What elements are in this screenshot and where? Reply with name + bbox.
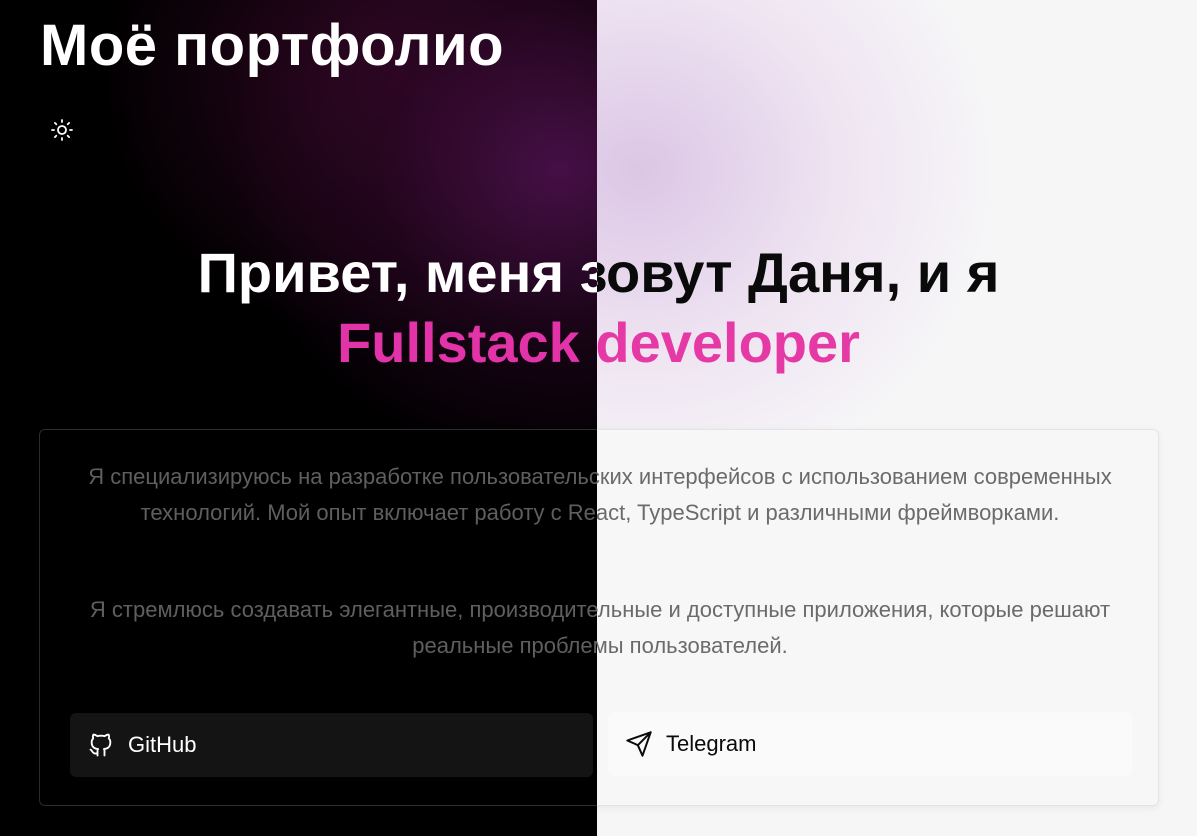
hero-role: Fullstack developer <box>337 311 597 374</box>
hero-role: Fullstack developer <box>597 311 860 374</box>
about-card: Я специализируюсь на разработке пользова… <box>39 429 597 806</box>
telegram-button[interactable]: Telegram <box>608 712 1132 776</box>
hero-heading: Привет, меня зовут Даня, и я Fullstack d… <box>597 238 1197 378</box>
theme-toggle-button[interactable] <box>48 116 76 144</box>
github-icon <box>86 730 116 760</box>
light-theme-half: Моё портфолио Привет, меня зовут Даня, и… <box>597 0 1197 836</box>
about-paragraph-2: Я стремлюсь создавать элегантные, произв… <box>89 597 597 658</box>
sun-icon <box>51 119 73 141</box>
about-paragraph-2: Я стремлюсь создавать элегантные, произв… <box>597 597 1111 658</box>
hero-greeting: Привет, меня зовут Даня, и я <box>597 241 1000 304</box>
about-paragraph-1: Я специализируюсь на разработке пользова… <box>597 464 1112 525</box>
hero-greeting: Привет, меня зовут Даня, и я <box>197 241 597 304</box>
page-title: Моё портфолио <box>40 13 505 78</box>
github-button-label: GitHub <box>128 732 197 757</box>
hero-heading: Привет, меня зовут Даня, и я Fullstack d… <box>0 238 597 378</box>
github-button[interactable]: GitHub <box>70 713 593 777</box>
dark-theme-half: Моё портфолио Привет, меня зовут Даня, и… <box>0 0 597 836</box>
about-card: Я специализируюсь на разработке пользова… <box>597 429 1159 806</box>
send-icon <box>624 729 654 759</box>
telegram-button-label: Telegram <box>666 731 757 756</box>
about-paragraph-1: Я специализируюсь на разработке пользова… <box>88 464 597 525</box>
